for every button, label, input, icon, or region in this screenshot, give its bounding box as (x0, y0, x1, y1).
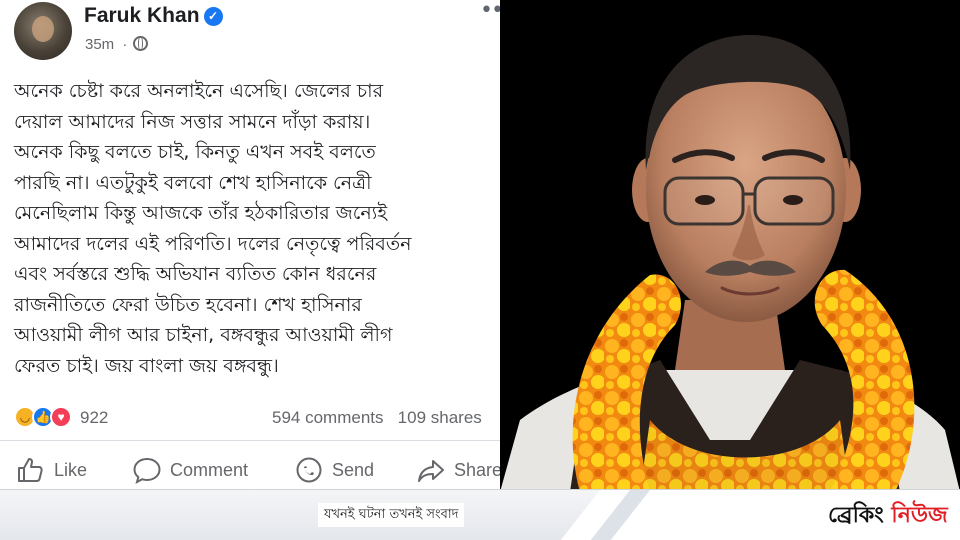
like-label: Like (54, 459, 88, 480)
post-text-line: অনেক কিছু বলতে চাই, কিনতু এখন সবই বলতে (14, 141, 376, 163)
share-label: Share (454, 459, 500, 480)
author-name-row: Faruk Khan ✓ (84, 4, 223, 28)
post-text-line: ফেরত চাই। জয় বাংলা জয় বঙ্গবন্ধু। (14, 354, 279, 377)
comment-label: Comment (170, 459, 249, 480)
shares-count[interactable]: 109 shares (398, 408, 482, 427)
channel-tagline: যখনই ঘটনা তখনই সংবাদ (318, 503, 465, 527)
verified-badge-icon: ✓ (203, 7, 223, 26)
post-text-line: আওয়ামী লীগ আর চাইনা, বঙ্গবন্ধুর আওয়ামী… (14, 324, 393, 346)
post-meta: 35m · (85, 36, 149, 53)
share-button[interactable]: Share (416, 454, 500, 486)
facebook-post: Faruk Khan✓ 35m · ••• অনেক চেষ্টা করে অন… (0, 0, 500, 492)
comment-button[interactable]: Comment (132, 454, 248, 486)
portrait-photo (500, 0, 960, 492)
messenger-send-icon (296, 457, 322, 483)
author-name[interactable]: Faruk Khan (84, 4, 200, 27)
right-eye (783, 195, 803, 205)
comments-count[interactable]: 594 comments (272, 408, 384, 427)
love-icon[interactable]: ♥ (50, 406, 72, 428)
comment-icon (133, 457, 161, 484)
author-avatar[interactable] (14, 2, 72, 60)
brand-logo-part1: ব্রেকিং (828, 503, 884, 528)
divider (0, 440, 500, 441)
post-text-line: অনেক চেষ্টা করে অনলাইনে এসেছি। জেলের চার (14, 80, 384, 102)
portrait-illustration (500, 35, 960, 492)
more-options-icon[interactable]: ••• (480, 0, 500, 23)
like-button[interactable]: Like (16, 454, 87, 486)
left-eye (695, 195, 715, 205)
post-time[interactable]: 35m (85, 36, 114, 53)
post-text-line: এবং সর্বস্তরে শুদ্ধি অভিযান ব্যতিত কোন ধ… (14, 263, 377, 285)
brand-logo: ব্রেকিং নিউজ (828, 498, 948, 535)
reaction-count[interactable]: 922 (80, 408, 108, 428)
post-text-line: দেয়াল আমাদের নিজ সত্তার সামনে দাঁড়া কর… (14, 110, 371, 133)
share-arrow-icon (418, 460, 444, 482)
post-text-line: রাজনীতিতে ফেরা উচিত হবেনা। শেখ হাসিনার (14, 293, 362, 316)
send-label: Send (332, 459, 375, 480)
post-actions: Like Comment Send Share (14, 452, 500, 488)
news-banner: যখনই ঘটনা তখনই সংবাদ ব্রেকিং নিউজ (0, 489, 960, 540)
post-text-line: পারছি না। এতটুকুই বলবো শেখ হাসিনাকে নেত্… (14, 171, 372, 194)
reactions-row: ◡ 👍 ♥ 922 594 comments 109 shares (14, 402, 500, 432)
post-text: অনেক চেষ্টা করে অনলাইনে এসেছি। জেলের চার… (14, 76, 500, 381)
send-button[interactable]: Send (294, 454, 374, 486)
brand-logo-part2: নিউজ (891, 503, 948, 528)
engagement-counts: 594 comments 109 shares (272, 408, 482, 428)
post-header: Faruk Khan✓ 35m · ••• (14, 0, 500, 60)
post-text-line: মেনেছিলাম কিন্তু আজকে তাঁর হঠকারিতার জন্… (14, 202, 388, 224)
globe-icon (133, 36, 149, 51)
post-text-line: আমাদের দলের এই পরিণতি। দলের নেতৃত্বে পরি… (14, 232, 412, 255)
thumbs-up-icon (18, 458, 43, 482)
